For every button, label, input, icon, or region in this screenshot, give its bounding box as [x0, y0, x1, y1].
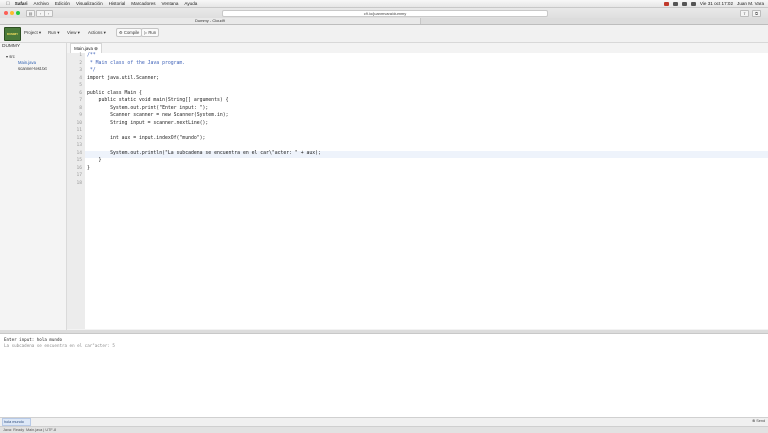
- line-number: 4: [79, 75, 82, 81]
- code-line[interactable]: * Main class of the Java program.: [87, 61, 185, 66]
- line-number: 9: [79, 113, 82, 118]
- code-line[interactable]: System.out.print("Enter input: ");: [87, 106, 208, 111]
- line-number: 8: [79, 105, 82, 111]
- line-number: 12: [76, 135, 82, 141]
- os-menu-bar:  Safari Archivo Edición Visualización H…: [0, 0, 768, 8]
- line-number: 18: [76, 180, 82, 186]
- status-app-icon[interactable]: [672, 1, 678, 6]
- browser-toolbar: ▤ ‹ › c9.io/juanmvara/dummy ⇪ ⧉ Dummy - …: [0, 8, 768, 25]
- zoom-window-button[interactable]: [16, 11, 20, 15]
- menu-project[interactable]: Project ▾: [24, 29, 41, 36]
- status-left: Java: Ready: [3, 428, 25, 432]
- sidebar-toggle-icon[interactable]: ▤: [26, 10, 35, 17]
- code-line[interactable]: public static void main(String[] argumen…: [87, 98, 229, 103]
- menu-safari[interactable]: Safari: [15, 1, 28, 6]
- run-button[interactable]: ▷ Run: [141, 28, 160, 37]
- code-line[interactable]: import java.util.Scanner;: [87, 76, 159, 81]
- line-number: 3: [79, 68, 82, 73]
- status-app-icon[interactable]: [663, 1, 669, 6]
- menu-ventana[interactable]: Ventana: [162, 1, 179, 6]
- tabs-overview-icon[interactable]: ⧉: [752, 10, 761, 17]
- close-window-button[interactable]: [4, 11, 8, 15]
- clock[interactable]: Vie 31 oct 17:02: [700, 1, 733, 6]
- line-number: 13: [76, 143, 82, 148]
- folder-src[interactable]: ▾ src: [6, 54, 15, 59]
- battery-icon[interactable]: [690, 1, 696, 6]
- line-number: 17: [76, 173, 82, 178]
- apple-menu-icon[interactable]: : [6, 1, 10, 7]
- menu-marcadores[interactable]: Marcadores: [131, 1, 155, 6]
- send-button[interactable]: ⊗ Send: [752, 418, 766, 424]
- code-line[interactable]: String input = scanner.nextLine();: [87, 121, 208, 126]
- code-line[interactable]: int aux = input.indexOf("mundo");: [87, 136, 205, 141]
- console-line: Enter input: hola mundo: [4, 337, 62, 342]
- minimize-window-button[interactable]: [10, 11, 14, 15]
- forward-icon[interactable]: ›: [44, 10, 53, 17]
- file-main-java[interactable]: Main.java: [18, 60, 36, 65]
- menu-historial[interactable]: Historial: [109, 1, 126, 6]
- console-panel[interactable]: Enter input: hola mundo La subcadena se …: [0, 333, 768, 418]
- user-name[interactable]: Juan M. Vara: [737, 1, 764, 6]
- line-number: 16: [76, 165, 82, 171]
- menu-archivo[interactable]: Archivo: [34, 1, 49, 6]
- code-line[interactable]: public class Main {: [87, 91, 142, 96]
- code-line[interactable]: Scanner scanner = new Scanner(System.in)…: [87, 113, 228, 118]
- code-line[interactable]: }: [87, 158, 102, 163]
- line-number: 14: [76, 150, 82, 156]
- project-sidebar: DUMMY ▾ src Main.java scanner-test.txt: [0, 43, 67, 330]
- wifi-icon[interactable]: [681, 1, 687, 6]
- share-icon[interactable]: ⇪: [740, 10, 749, 17]
- line-number: 11: [76, 128, 82, 133]
- menu-ayuda[interactable]: Ayuda: [184, 1, 197, 6]
- code-line[interactable]: /**: [87, 53, 96, 58]
- line-number: 15: [76, 158, 82, 163]
- menu-edicion[interactable]: Edición: [55, 1, 70, 6]
- line-number: 2: [79, 60, 82, 66]
- project-title: DUMMY: [2, 44, 21, 49]
- status-mid: Main.java | UTF-8: [26, 428, 57, 432]
- line-number: 5: [79, 83, 82, 88]
- code-line[interactable]: }: [87, 166, 90, 171]
- console-line: La subcadena se encuentra en el car"acte…: [4, 343, 115, 348]
- line-number: 10: [76, 120, 82, 126]
- project-logo: DUMMY: [4, 27, 21, 41]
- address-bar[interactable]: c9.io/juanmvara/dummy: [222, 10, 548, 17]
- menu-actions[interactable]: Actions ▾: [88, 29, 106, 36]
- menu-view[interactable]: View ▾: [67, 29, 80, 36]
- line-number: 6: [79, 90, 82, 96]
- browser-tab-dummy[interactable]: Dummy - Cloud9: [0, 18, 421, 24]
- menu-visualizacion[interactable]: Visualización: [76, 1, 103, 6]
- line-number: 7: [79, 98, 82, 103]
- console-input[interactable]: hola mundo: [2, 418, 31, 426]
- browser-tab-other[interactable]: [421, 18, 768, 24]
- console-input-bar: [0, 417, 768, 426]
- compile-button[interactable]: ⚙ Compile: [116, 28, 143, 37]
- editor-tab-main-java[interactable]: Main.java ⊗: [70, 43, 102, 53]
- code-line[interactable]: */: [87, 68, 96, 73]
- menu-run[interactable]: Run ▾: [48, 29, 59, 36]
- line-number: 1: [79, 53, 82, 58]
- code-line[interactable]: System.out.println("La subcadena se encu…: [87, 151, 321, 156]
- code-editor[interactable]: [85, 53, 768, 329]
- file-scanner-test[interactable]: scanner-test.txt: [18, 66, 47, 71]
